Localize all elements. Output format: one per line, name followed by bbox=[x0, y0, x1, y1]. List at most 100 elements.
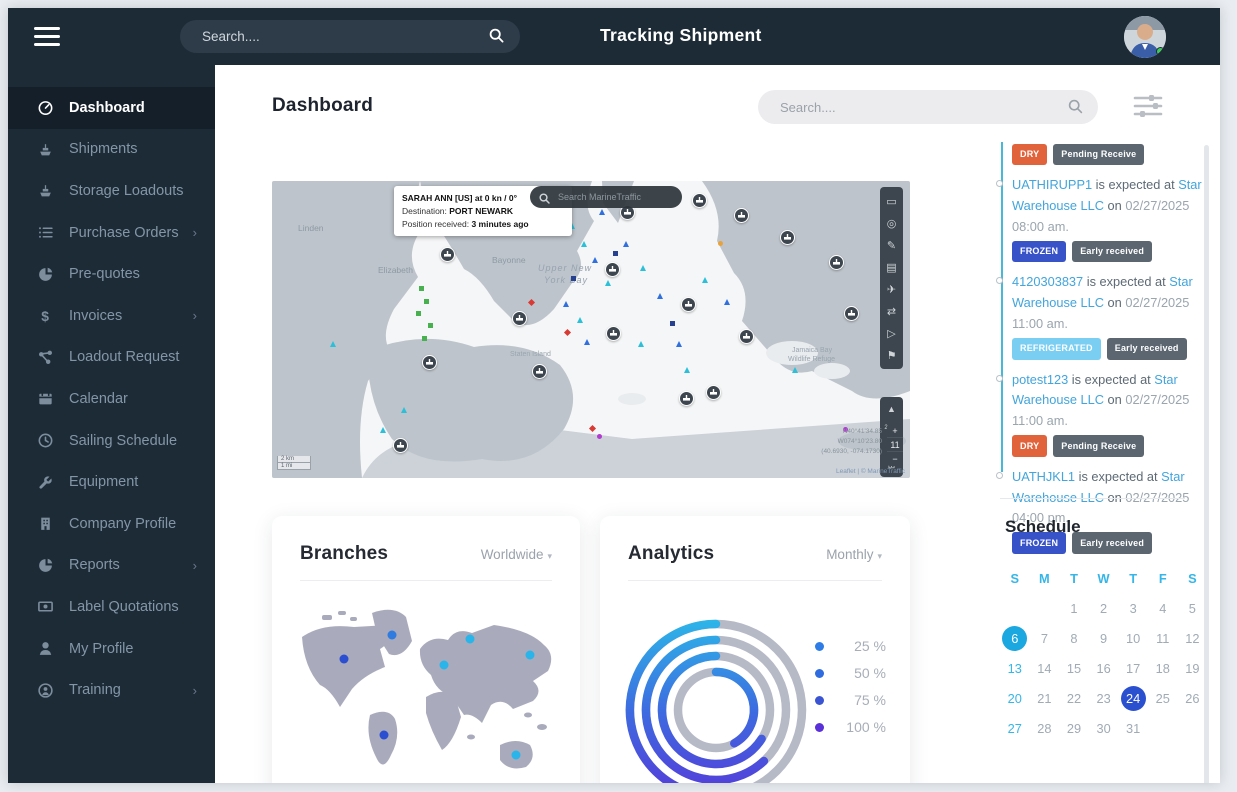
sidebar-item-reports[interactable]: Reports› bbox=[8, 545, 215, 587]
calendar-day[interactable]: 29 bbox=[1059, 713, 1089, 743]
swap-icon[interactable]: ⇄ bbox=[880, 300, 903, 322]
topbar-search-input[interactable] bbox=[200, 20, 470, 53]
calendar-day[interactable] bbox=[1030, 593, 1060, 623]
calendar-day[interactable]: 10 bbox=[1118, 623, 1148, 653]
vessel-cluster-marker[interactable] bbox=[681, 297, 696, 312]
content-search-input[interactable] bbox=[778, 90, 1048, 124]
calendar-day[interactable]: 23 bbox=[1089, 683, 1119, 713]
zoom-out-button[interactable]: − bbox=[887, 452, 903, 466]
hamburger-menu-icon[interactable] bbox=[34, 27, 60, 46]
calendar-day[interactable]: 18 bbox=[1148, 653, 1178, 683]
flag-icon[interactable]: ⚑ bbox=[880, 344, 903, 366]
calendar-day[interactable]: 24 bbox=[1118, 683, 1148, 713]
vessel-cluster-marker[interactable] bbox=[829, 255, 844, 270]
calendar-day[interactable] bbox=[1178, 713, 1208, 743]
calendar-day[interactable]: 25 bbox=[1148, 683, 1178, 713]
calendar-day[interactable]: 27 bbox=[1000, 713, 1030, 743]
panel-scrollbar[interactable] bbox=[1204, 145, 1209, 783]
zoom-in-button[interactable]: + bbox=[887, 424, 903, 438]
vessel-cluster-marker[interactable] bbox=[532, 364, 547, 379]
branches-scope-dropdown[interactable]: Worldwide▾ bbox=[481, 547, 552, 562]
calendar-day[interactable]: 26 bbox=[1178, 683, 1208, 713]
user-avatar[interactable] bbox=[1124, 16, 1166, 58]
shipment-link[interactable]: potest123 bbox=[1012, 372, 1068, 387]
sidebar-item-invoices[interactable]: $Invoices› bbox=[8, 295, 215, 337]
ship-icon bbox=[37, 182, 54, 199]
sidebar-item-dashboard[interactable]: Dashboard bbox=[8, 87, 215, 129]
filter-sliders-icon[interactable] bbox=[1133, 93, 1163, 119]
calendar-day[interactable]: 9 bbox=[1089, 623, 1119, 653]
building-icon bbox=[37, 515, 54, 532]
calendar-day[interactable]: 22 bbox=[1059, 683, 1089, 713]
calendar-day[interactable]: 7 bbox=[1030, 623, 1060, 653]
vessel-cluster-marker[interactable] bbox=[780, 230, 795, 245]
sidebar-item-storage-loadouts[interactable]: Storage Loadouts bbox=[8, 170, 215, 212]
calendar-day[interactable]: 14 bbox=[1030, 653, 1060, 683]
sidebar-item-loadout-request[interactable]: Loadout Request bbox=[8, 337, 215, 379]
legend-dot-icon bbox=[815, 669, 824, 678]
sidebar-item-label: Shipments bbox=[69, 141, 138, 157]
shipment-link[interactable]: UATHIRUPP1 bbox=[1012, 177, 1092, 192]
calendar-day[interactable]: 5 bbox=[1178, 593, 1208, 623]
sidebar-item-company-profile[interactable]: Company Profile bbox=[8, 503, 215, 545]
edit-route-icon[interactable]: ✎ bbox=[880, 234, 903, 256]
shipment-link[interactable]: UATHJKL1 bbox=[1012, 469, 1075, 484]
calendar-day[interactable]: 3 bbox=[1118, 593, 1148, 623]
shipment-link[interactable]: 4120303837 bbox=[1012, 274, 1083, 289]
sidebar-item-calendar[interactable]: Calendar bbox=[8, 378, 215, 420]
vessel-cluster-marker[interactable] bbox=[844, 306, 859, 321]
calendar-day[interactable]: 16 bbox=[1089, 653, 1119, 683]
flights-icon[interactable]: ✈ bbox=[880, 278, 903, 300]
calendar-day[interactable]: 19 bbox=[1178, 653, 1208, 683]
sidebar-item-equipment[interactable]: Equipment bbox=[8, 461, 215, 503]
vessel-cluster-marker[interactable] bbox=[512, 311, 527, 326]
calendar-day[interactable] bbox=[1148, 713, 1178, 743]
sidebar-item-label-quotations[interactable]: Label Quotations bbox=[8, 586, 215, 628]
calendar-day[interactable]: 28 bbox=[1030, 713, 1060, 743]
map-tool-button[interactable]: ▲ bbox=[880, 399, 903, 418]
calendar-day[interactable]: 8 bbox=[1059, 623, 1089, 653]
map-layers-icon[interactable]: ▭ bbox=[880, 190, 903, 212]
sidebar-item-pre-quotes[interactable]: Pre-quotes bbox=[8, 253, 215, 295]
vessel-cluster-marker[interactable] bbox=[692, 193, 707, 208]
sidebar-item-sailing-schedule[interactable]: Sailing Schedule bbox=[8, 420, 215, 462]
vessel-cluster-marker[interactable] bbox=[393, 438, 408, 453]
calendar-day[interactable]: 30 bbox=[1089, 713, 1119, 743]
calendar-day[interactable]: 31 bbox=[1118, 713, 1148, 743]
vessel-cluster-marker[interactable] bbox=[679, 391, 694, 406]
calendar-day[interactable]: 1 bbox=[1059, 593, 1089, 623]
sidebar-item-my-profile[interactable]: My Profile bbox=[8, 628, 215, 670]
vessel-cluster-marker[interactable] bbox=[440, 247, 455, 262]
marine-traffic-map[interactable]: LindenElizabethBayonneUpper NewYork BayS… bbox=[272, 181, 910, 478]
timeline-node-icon bbox=[996, 472, 1003, 479]
vessel-cluster-marker[interactable] bbox=[734, 208, 749, 223]
calendar-day[interactable]: 20 bbox=[1000, 683, 1030, 713]
sidebar-item-training[interactable]: Training› bbox=[8, 669, 215, 711]
search-icon[interactable] bbox=[1068, 99, 1083, 119]
calendar-day[interactable]: 17 bbox=[1118, 653, 1148, 683]
vessel-cluster-marker[interactable] bbox=[606, 326, 621, 341]
calendar-day[interactable]: 6 bbox=[1000, 623, 1030, 653]
calendar-day[interactable]: 11 bbox=[1148, 623, 1178, 653]
status-badge: Early received bbox=[1072, 532, 1152, 554]
calendar-day[interactable]: 4 bbox=[1148, 593, 1178, 623]
calendar-day[interactable] bbox=[1000, 593, 1030, 623]
analytics-period-dropdown[interactable]: Monthly▾ bbox=[826, 547, 882, 562]
map-search-input[interactable] bbox=[556, 186, 674, 208]
weekday-label: T bbox=[1059, 563, 1089, 593]
search-icon[interactable] bbox=[489, 28, 504, 48]
sidebar-item-purchase-orders[interactable]: Purchase Orders› bbox=[8, 212, 215, 254]
vessels-icon[interactable]: ◎ bbox=[880, 212, 903, 234]
calendar-day[interactable]: 21 bbox=[1030, 683, 1060, 713]
calendar-day[interactable]: 15 bbox=[1059, 653, 1089, 683]
vessel-cluster-marker[interactable] bbox=[605, 262, 620, 277]
calendar-day[interactable]: 13 bbox=[1000, 653, 1030, 683]
sidebar-item-shipments[interactable]: Shipments bbox=[8, 129, 215, 171]
play-icon[interactable]: ▷ bbox=[880, 322, 903, 344]
vessel-cluster-marker[interactable] bbox=[706, 385, 721, 400]
vessel-cluster-marker[interactable] bbox=[739, 329, 754, 344]
layers-icon[interactable]: ▤ bbox=[880, 256, 903, 278]
calendar-day[interactable]: 12 bbox=[1178, 623, 1208, 653]
calendar-day[interactable]: 2 bbox=[1089, 593, 1119, 623]
vessel-cluster-marker[interactable] bbox=[422, 355, 437, 370]
